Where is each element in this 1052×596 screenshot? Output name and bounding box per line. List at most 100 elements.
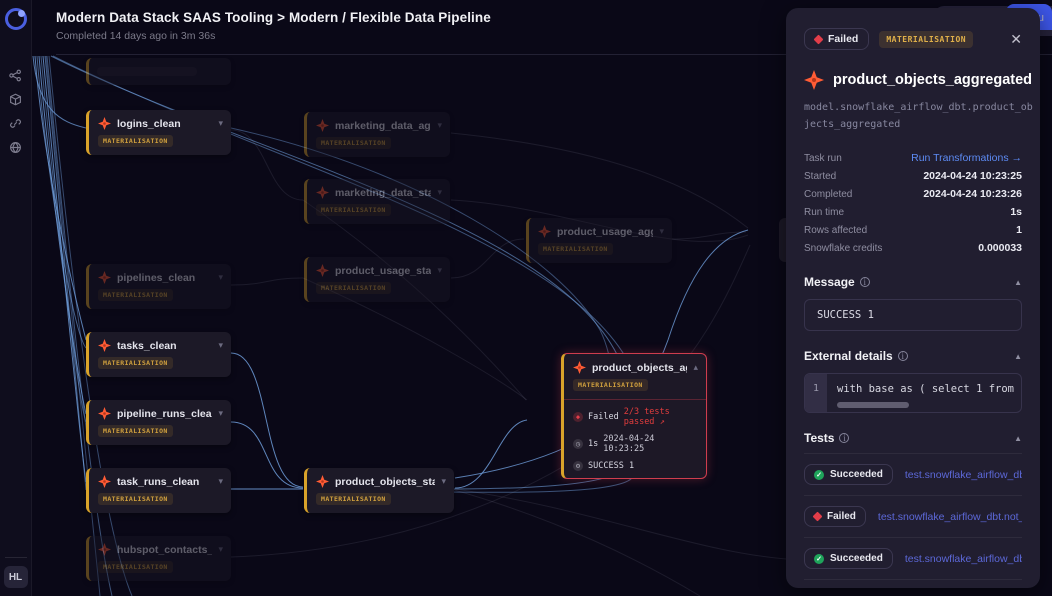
- node-marketing_data_aggregated[interactable]: marketing_data_aggregated▾MATERIALISATIO…: [304, 112, 450, 157]
- dbt-icon: [98, 543, 111, 556]
- external-code-block[interactable]: 1 with base as ( select 1 from SNOWFLAKE: [804, 373, 1022, 413]
- node-divider: [564, 399, 706, 400]
- dbt-icon: [804, 70, 824, 90]
- materialisation-chip: MATERIALISATION: [316, 282, 391, 294]
- info-icon[interactable]: i: [860, 277, 870, 287]
- node-message: SUCCESS 1: [588, 461, 634, 471]
- chevron-down-icon[interactable]: ▾: [437, 265, 442, 276]
- node-top_stub[interactable]: [86, 58, 231, 85]
- failed-status-icon: ◆: [573, 412, 583, 422]
- materialisation-chip: MATERIALISATION: [538, 243, 613, 255]
- detail-row: Rows affected 1: [804, 221, 1022, 239]
- panel-title: product_objects_aggregated: [833, 72, 1032, 88]
- code-line-number: 1: [805, 374, 827, 412]
- app-logo-icon[interactable]: [5, 8, 27, 30]
- node-label: pipeline_runs_clean: [117, 408, 212, 420]
- tests-section-title: Tests: [804, 431, 834, 445]
- horizontal-scrollbar[interactable]: [837, 402, 909, 408]
- test-name-link[interactable]: test.snowflake_airflow_dbt.unique_pro: [905, 469, 1022, 481]
- detail-row: Snowflake credits0.000033: [804, 239, 1022, 257]
- materialisation-chip: MATERIALISATION: [98, 289, 173, 301]
- node-product_objects_staging[interactable]: product_objects_staging▾MATERIALISATION: [304, 468, 454, 513]
- chevron-down-icon[interactable]: ▾: [218, 408, 223, 419]
- detail-row: Started2024-04-24 10:23:25: [804, 167, 1022, 185]
- pipeline-graph-icon[interactable]: [8, 68, 23, 83]
- chevron-down-icon[interactable]: ▾: [218, 476, 223, 487]
- tests-summary-link[interactable]: 2/3 tests passed ↗: [624, 407, 698, 427]
- chevron-down-icon[interactable]: ▾: [218, 340, 223, 351]
- dbt-icon: [98, 117, 111, 130]
- materialisation-chip: MATERIALISATION: [573, 379, 648, 391]
- detail-label: Run time: [804, 207, 844, 218]
- detail-row: Run time1s: [804, 203, 1022, 221]
- link-icon[interactable]: [8, 116, 23, 131]
- test-rows: ✓Succeeded test.snowflake_airflow_dbt.uni…: [804, 453, 1022, 580]
- model-path: model.snowflake_airflow_dbt.product_obje…: [804, 99, 1034, 133]
- detail-link[interactable]: Run Transformations →: [911, 152, 1022, 164]
- node-task_runs_clean[interactable]: task_runs_clean▾MATERIALISATION: [86, 468, 231, 513]
- dbt-icon: [316, 264, 329, 277]
- test-status-label: Succeeded: [830, 469, 883, 480]
- message-content: SUCCESS 1: [804, 299, 1022, 331]
- info-icon[interactable]: i: [839, 433, 849, 443]
- cube-icon[interactable]: [8, 92, 23, 107]
- node-logins_clean[interactable]: logins_clean▾MATERIALISATION: [86, 110, 231, 155]
- node-product_usage_aggregated[interactable]: product_usage_aggregated▾MATERIALISATION: [526, 218, 672, 263]
- test-status-label: Succeeded: [830, 553, 883, 564]
- chevron-down-icon[interactable]: ▾: [218, 272, 223, 283]
- chevron-down-icon[interactable]: ▾: [218, 118, 223, 129]
- detail-value: 1: [1016, 224, 1022, 236]
- test-name-link[interactable]: test.snowflake_airflow_dbt.not_null_pr: [878, 511, 1022, 523]
- message-section-title: Message: [804, 275, 855, 289]
- test-row: ✓Succeeded test.snowflake_airflow_dbt.uni…: [804, 453, 1022, 496]
- chevron-down-icon[interactable]: ▾: [437, 187, 442, 198]
- node-marketing_data_staging[interactable]: marketing_data_staging▾MATERIALISATION: [304, 179, 450, 224]
- test-status-label: Failed: [827, 511, 856, 522]
- collapse-caret-icon[interactable]: ▲: [1014, 352, 1022, 361]
- chevron-down-icon[interactable]: ▾: [437, 120, 442, 131]
- globe-icon[interactable]: [8, 140, 23, 155]
- detail-label: Task run: [804, 153, 842, 164]
- test-name-link[interactable]: test.snowflake_airflow_dbt.not_null_pr: [905, 553, 1022, 565]
- status-badge: Failed: [804, 28, 869, 50]
- node-label: marketing_data_staging: [335, 187, 431, 199]
- detail-row: Task run Run Transformations →: [804, 149, 1022, 167]
- details-panel: Failed MATERIALISATION ✕ product_objects…: [786, 8, 1040, 588]
- dbt-icon: [316, 186, 329, 199]
- dbt-icon: [316, 475, 329, 488]
- node-label: product_objects_aggregated: [592, 362, 687, 374]
- materialisation-chip: MATERIALISATION: [98, 357, 173, 369]
- node-product_usage_staging[interactable]: product_usage_staging ▾ MATERIALISATION: [304, 257, 450, 302]
- node-label: product_usage_staging: [335, 265, 431, 277]
- close-icon[interactable]: ✕: [1010, 31, 1022, 48]
- test-status-badge: Failed: [804, 506, 866, 527]
- test-status-badge: ✓Succeeded: [804, 464, 893, 485]
- node-label: pipelines_clean: [117, 272, 212, 284]
- chevron-down-icon[interactable]: ▾: [441, 476, 446, 487]
- node-hubspot_contacts_clean[interactable]: hubspot_contacts_clean▾MATERIALISATION: [86, 536, 231, 581]
- user-avatar[interactable]: HL: [4, 566, 28, 588]
- collapse-caret-icon[interactable]: ▲: [1014, 434, 1022, 443]
- failed-diamond-icon: [814, 34, 824, 44]
- info-icon[interactable]: i: [898, 351, 908, 361]
- detail-rows: Task run Run Transformations → Started2024…: [804, 149, 1022, 257]
- chevron-down-icon[interactable]: ▾: [659, 226, 664, 237]
- collapse-caret-icon[interactable]: ▲: [1014, 278, 1022, 287]
- node-pipeline_runs_clean[interactable]: pipeline_runs_clean▾MATERIALISATION: [86, 400, 231, 445]
- node-product_objects_aggregated-selected[interactable]: product_objects_aggregated ▴ MATERIALISA…: [561, 353, 707, 479]
- chevron-down-icon[interactable]: ▾: [218, 544, 223, 555]
- detail-label: Rows affected: [804, 225, 867, 236]
- detail-value: 2024-04-24 10:23:25: [923, 170, 1022, 182]
- materialisation-chip: MATERIALISATION: [316, 493, 391, 505]
- clock-icon: ◷: [573, 439, 583, 449]
- node-label: logins_clean: [117, 118, 212, 130]
- dbt-icon: [573, 361, 586, 374]
- node-runtime: 1s: [588, 439, 598, 449]
- dbt-icon: [316, 119, 329, 132]
- materialisation-badge: MATERIALISATION: [879, 31, 973, 48]
- node-tasks_clean[interactable]: tasks_clean▾MATERIALISATION: [86, 332, 231, 377]
- chevron-up-icon[interactable]: ▴: [693, 362, 698, 373]
- detail-row: Completed2024-04-24 10:23:26: [804, 185, 1022, 203]
- gear-icon: ⚙: [573, 461, 583, 471]
- node-pipelines_clean[interactable]: pipelines_clean ▾ MATERIALISATION: [86, 264, 231, 309]
